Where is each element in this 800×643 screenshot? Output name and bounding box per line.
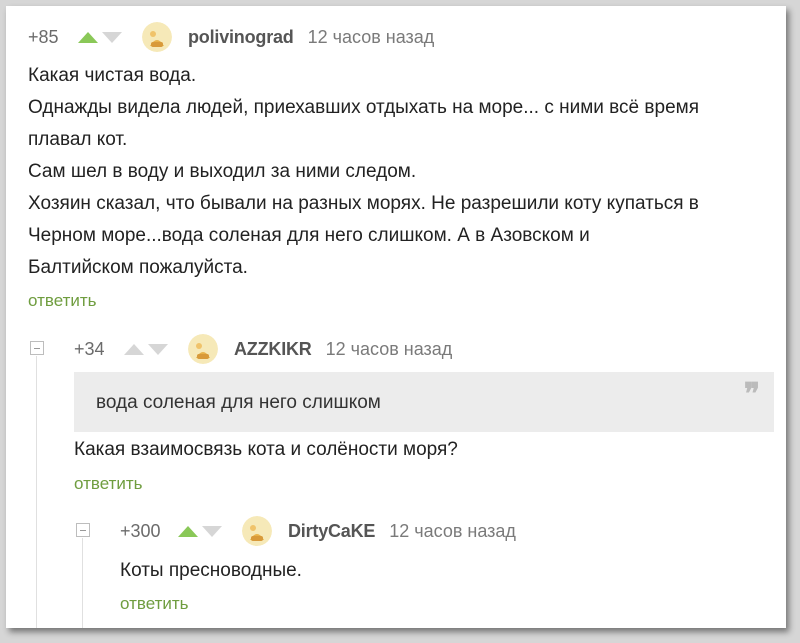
quote-block: вода соленая для него слишком ❞ <box>74 372 774 432</box>
author-name[interactable]: polivinograd <box>188 27 294 48</box>
collapse-thread-button[interactable] <box>30 341 44 355</box>
quote-text: вода соленая для него слишком <box>96 392 381 413</box>
comment-header: +85 polivinograd 12 часов назад <box>28 22 434 52</box>
comment-line: Черном море...вода соленая для него слиш… <box>28 225 590 246</box>
reply-link[interactable]: ответить <box>28 291 97 311</box>
downvote-icon[interactable] <box>148 343 168 355</box>
avatar[interactable] <box>242 516 272 546</box>
comment-line: Балтийском пожалуйста. <box>28 257 248 278</box>
downvote-icon[interactable] <box>102 31 122 43</box>
upvote-icon[interactable] <box>178 525 198 537</box>
comment-body: Коты пресноводные. <box>120 555 302 587</box>
comment-line: Коты пресноводные. <box>120 560 302 581</box>
downvote-icon[interactable] <box>202 525 222 537</box>
comment-header: +34 AZZKIKR 12 часов назад <box>74 334 452 364</box>
upvote-icon[interactable] <box>78 31 98 43</box>
comment-line: Какая чистая вода. <box>28 65 197 86</box>
avatar[interactable] <box>188 334 218 364</box>
rating: +34 <box>74 338 105 359</box>
thread-line <box>36 356 37 628</box>
comment-thread: +85 polivinograd 12 часов назад Какая чи… <box>6 6 786 628</box>
comment-line: плавал кот. <box>28 129 128 150</box>
author-name[interactable]: AZZKIKR <box>234 339 312 360</box>
comment-line: Однажды видела людей, приехавших отдыхат… <box>28 97 699 118</box>
comment-header: +300 DirtyCaKE 12 часов назад <box>120 516 516 546</box>
comment-line: Какая взаимосвязь кота и солёности моря? <box>74 439 458 460</box>
comment-line: Сам шел в воду и выходил за ними следом. <box>28 161 417 182</box>
thread-line <box>82 538 83 628</box>
rating: +85 <box>28 26 59 47</box>
comment-line: Хозяин сказал, что бывали на разных моря… <box>28 193 699 214</box>
reply-link[interactable]: ответить <box>74 474 143 494</box>
comment-time[interactable]: 12 часов назад <box>308 27 435 48</box>
rating: +300 <box>120 520 161 541</box>
avatar[interactable] <box>142 22 172 52</box>
reply-link[interactable]: ответить <box>120 594 189 614</box>
author-name[interactable]: DirtyCaKE <box>288 521 375 542</box>
quote-icon: ❞ <box>743 377 760 412</box>
comment-time[interactable]: 12 часов назад <box>326 339 453 360</box>
collapse-thread-button[interactable] <box>76 523 90 537</box>
comment-body: Какая взаимосвязь кота и солёности моря? <box>74 434 458 466</box>
upvote-icon[interactable] <box>124 343 144 355</box>
comment-time[interactable]: 12 часов назад <box>389 521 516 542</box>
comment-body: Какая чистая вода. Однажды видела людей,… <box>28 60 778 284</box>
